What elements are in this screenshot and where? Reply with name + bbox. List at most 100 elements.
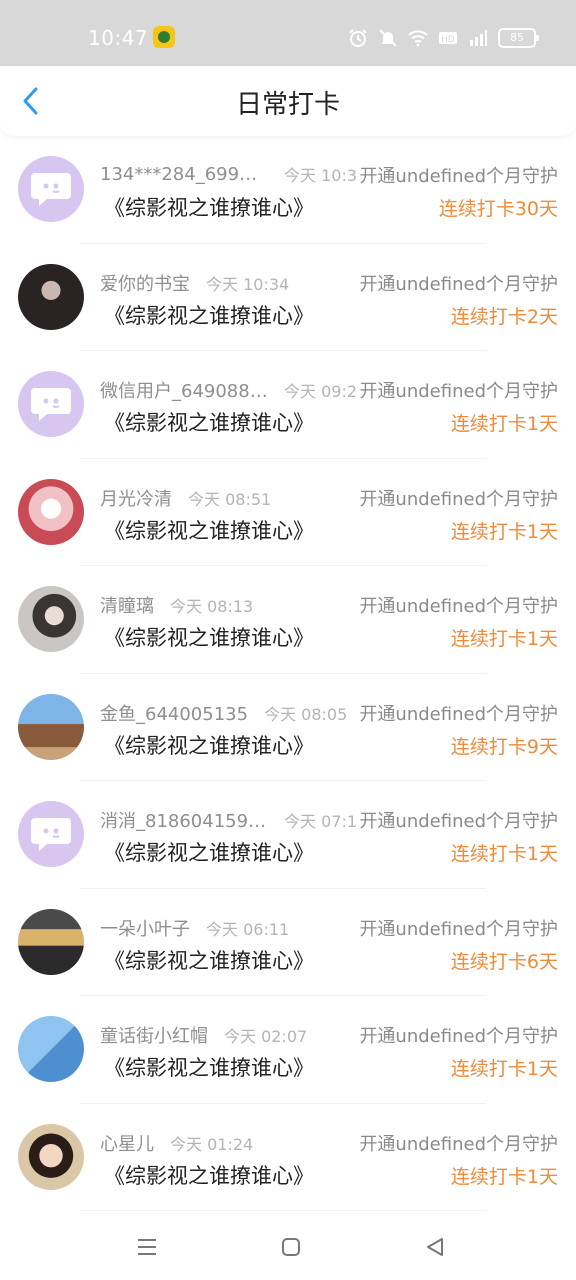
nav-back-button[interactable]	[420, 1232, 450, 1262]
svg-text:HD: HD	[441, 35, 455, 45]
list-item[interactable]: 微信用户_6490883... 今天 09:29 开通undefined个月守护 《综…	[0, 351, 576, 459]
guard-text: 开通undefined个月守护	[357, 592, 558, 618]
checkin-time: 今天 08:51	[188, 489, 272, 509]
list-item[interactable]: 清瞳璃 今天 08:13 开通undefined个月守护 《综影视之谁撩谁心》 连续打卡…	[0, 566, 576, 674]
back-triangle-icon	[427, 1238, 443, 1256]
default-avatar-icon[interactable]	[18, 801, 84, 867]
alarm-icon	[349, 29, 367, 47]
home-button[interactable]	[276, 1232, 306, 1262]
guard-text: 开通undefined个月守护	[357, 699, 558, 726]
avatar[interactable]	[18, 478, 84, 545]
mute-icon	[379, 29, 397, 47]
system-nav-bar	[0, 1212, 576, 1280]
streak-count: 连续打卡9天	[450, 735, 558, 758]
page-header: 日常打卡	[0, 66, 576, 136]
avatar[interactable]	[18, 263, 84, 330]
checkin-time: 今天 01:24	[170, 1134, 254, 1154]
list-item[interactable]: 金鱼_644005135 今天 08:05 开通undefined个月守护《综影视之…	[0, 674, 576, 781]
book-title[interactable]: 《综影视之谁撩谁心》	[104, 837, 314, 867]
avatar[interactable]	[18, 586, 84, 652]
book-title[interactable]: 《综影视之谁撩谁心》	[104, 1160, 314, 1190]
checkin-time: 今天 10:34	[206, 274, 290, 294]
user-name[interactable]: 134***284_69925...	[100, 164, 268, 185]
book-title[interactable]: 《综影视之谁撩谁心》	[104, 622, 314, 652]
user-name[interactable]: 微信用户_6490883...	[100, 377, 268, 401]
book-title[interactable]: 《综影视之谁撩谁心》	[104, 300, 314, 330]
chat-bubble-icon	[31, 818, 71, 851]
book-title[interactable]: 《综影视之谁撩谁心》	[104, 945, 314, 975]
home-square-icon	[282, 1238, 300, 1256]
book-title[interactable]: 《综影视之谁撩谁心》	[104, 192, 314, 222]
status-time: 10:47	[88, 26, 149, 50]
page-title: 日常打卡	[235, 90, 340, 120]
checkin-time: 今天 08:13	[170, 597, 254, 616]
streak-count: 连续打卡30天	[438, 198, 558, 220]
user-name[interactable]: 一朵小叶子	[100, 915, 190, 939]
guard-text: 开通undefined个月守护	[357, 807, 558, 833]
avatar[interactable]	[18, 908, 84, 975]
name-line: 金鱼_644005135 今天 08:05	[100, 700, 364, 724]
streak-count: 连续打卡1天	[450, 1058, 558, 1080]
checkin-time: 今天 07:16	[284, 812, 364, 831]
checkin-time: 今天 10:37	[284, 166, 364, 185]
list-item[interactable]: 爱你的书宝 今天 10:34 开通undefined个月守护 《综影视之谁撩谁心》 连续…	[0, 244, 576, 351]
name-line: 心星儿 今天 01:24	[100, 1130, 364, 1154]
user-name[interactable]: 消消_8186041592...	[100, 807, 268, 831]
user-name[interactable]: 月光冷清	[100, 485, 172, 509]
list-item[interactable]: 心星儿 今天 01:24 开通undefined个月守护 《综影视之谁撩谁心》 连续打卡…	[0, 1104, 576, 1211]
book-title[interactable]: 《综影视之谁撩谁心》	[104, 407, 314, 437]
user-name[interactable]: 爱你的书宝	[100, 270, 190, 294]
list-item[interactable]: 消消_8186041592... 今天 07:16 开通undefined个月守护《…	[0, 781, 576, 889]
avatar[interactable]	[18, 1016, 84, 1082]
chat-bubble-icon	[31, 388, 71, 421]
name-line: 消消_8186041592... 今天 07:16	[100, 807, 364, 831]
book-title[interactable]: 《综影视之谁撩谁心》	[104, 730, 314, 760]
streak-count: 连续打卡1天	[450, 1165, 558, 1188]
streak-count: 连续打卡1天	[450, 520, 558, 543]
list-item[interactable]: 134***284_69925... 今天 10:37 开通undefined个月守…	[0, 136, 576, 244]
guard-text: 开通undefined个月守护	[357, 162, 558, 188]
name-line: 爱你的书宝 今天 10:34	[100, 270, 364, 294]
user-name[interactable]: 清瞳璃	[100, 592, 154, 616]
guard-text: 开通undefined个月守护	[357, 914, 558, 941]
list-item[interactable]: 童话街小红帽 今天 02:07 开通undefined个月守护 《综影视之谁撩谁心》连…	[0, 996, 576, 1104]
streak-count: 连续打卡1天	[450, 628, 558, 650]
name-line: 清瞳璃 今天 08:13	[100, 592, 364, 616]
user-name[interactable]: 金鱼_644005135	[100, 700, 248, 724]
default-avatar-icon[interactable]	[18, 156, 84, 222]
checkin-time: 今天 08:05	[264, 704, 348, 724]
avatar[interactable]	[18, 693, 84, 760]
avatar[interactable]	[18, 1123, 84, 1190]
guard-text: 开通undefined个月守护	[357, 1022, 558, 1048]
user-name[interactable]: 心星儿	[100, 1130, 154, 1154]
checkin-time: 今天 06:11	[206, 919, 290, 939]
row-divider	[80, 1210, 486, 1211]
notification-app-icon	[153, 26, 175, 48]
signal-icon	[470, 30, 487, 46]
book-title[interactable]: 《综影视之谁撩谁心》	[104, 515, 314, 545]
name-line: 134***284_69925... 今天 10:37	[100, 162, 364, 186]
status-icons: HD 85	[348, 26, 539, 50]
chat-bubble-icon	[31, 173, 71, 206]
name-line: 童话街小红帽 今天 02:07	[100, 1022, 364, 1046]
checkin-list: 134***284_69925... 今天 10:37 开通undefined个月守…	[0, 136, 576, 1211]
user-name[interactable]: 童话街小红帽	[100, 1022, 208, 1046]
default-avatar-icon[interactable]	[18, 371, 84, 437]
streak-count: 连续打卡2天	[450, 305, 558, 328]
name-line: 微信用户_6490883... 今天 09:29	[100, 377, 364, 401]
checkin-time: 今天 09:29	[284, 382, 364, 401]
menu-icon	[138, 1239, 156, 1255]
name-line: 月光冷清 今天 08:51	[100, 485, 364, 509]
streak-count: 连续打卡1天	[450, 843, 558, 865]
menu-button[interactable]	[132, 1232, 162, 1262]
list-item[interactable]: 月光冷清 今天 08:51 开通undefined个月守护 《综影视之谁撩谁心》 连续打…	[0, 459, 576, 566]
name-line: 一朵小叶子 今天 06:11	[100, 915, 364, 939]
guard-text: 开通undefined个月守护	[357, 269, 558, 296]
status-bar: 10:47 HD 85	[0, 0, 576, 66]
book-title[interactable]: 《综影视之谁撩谁心》	[104, 1052, 314, 1082]
guard-text: 开通undefined个月守护	[357, 1129, 558, 1156]
checkin-time: 今天 02:07	[224, 1027, 308, 1046]
list-item[interactable]: 一朵小叶子 今天 06:11 开通undefined个月守护 《综影视之谁撩谁心》 连续…	[0, 889, 576, 996]
hd-icon: HD	[439, 32, 457, 45]
guard-text: 开通undefined个月守护	[357, 484, 558, 511]
